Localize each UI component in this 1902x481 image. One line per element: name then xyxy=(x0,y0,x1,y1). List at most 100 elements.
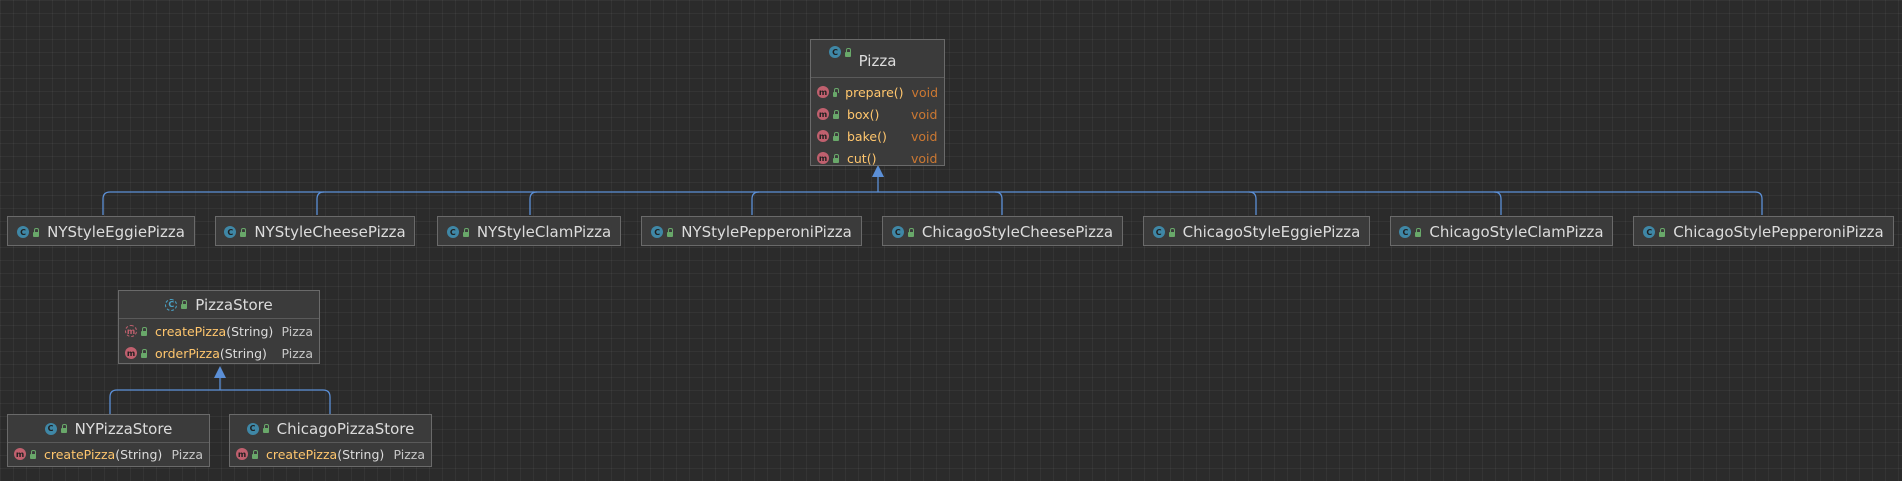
edge-sub-5 xyxy=(994,191,1003,215)
class-name: ChicagoStyleCheesePizza xyxy=(921,223,1114,241)
method-return: void xyxy=(911,106,938,122)
method-row[interactable]: m box() void xyxy=(811,103,944,125)
class-pizza[interactable]: C Pizza m prepare() void m box() void m … xyxy=(810,39,945,166)
method-row[interactable]: m createPizza (String) Pizza xyxy=(8,443,209,465)
public-icon xyxy=(833,153,839,163)
method-name: createPizza xyxy=(44,446,116,462)
public-icon xyxy=(181,300,188,309)
public-icon xyxy=(833,109,839,119)
method-name: bake() xyxy=(847,128,887,144)
method-row[interactable]: m createPizza (String) Pizza xyxy=(230,443,431,465)
class-nystyle-pepperoni-pizza[interactable]: C NYStylePepperoniPizza xyxy=(641,216,862,246)
class-header: C NYPizzaStore xyxy=(8,415,209,443)
class-header: C ChicagoStyleEggiePizza xyxy=(1144,217,1369,247)
class-icon: C xyxy=(17,226,30,238)
class-header: C NYStyleClamPizza xyxy=(438,217,620,247)
class-chicagostyle-cheese-pizza[interactable]: C ChicagoStyleCheesePizza xyxy=(882,216,1123,246)
class-name: ChicagoStyleClamPizza xyxy=(1429,223,1604,241)
public-icon xyxy=(252,449,258,459)
public-icon xyxy=(60,424,67,433)
class-chicagostyle-eggie-pizza[interactable]: C ChicagoStyleEggiePizza xyxy=(1143,216,1370,246)
class-icon: C xyxy=(1643,226,1656,238)
method-return: Pizza xyxy=(281,323,313,339)
edge-store-bus xyxy=(109,389,331,414)
class-header: C NYStyleEggiePizza xyxy=(8,217,194,247)
public-icon xyxy=(141,326,147,336)
public-icon xyxy=(833,131,839,141)
class-icon: C xyxy=(651,226,664,238)
method-param: (String) xyxy=(115,446,163,462)
public-icon xyxy=(240,227,247,237)
class-nystyle-clam-pizza[interactable]: C NYStyleClamPizza xyxy=(437,216,621,246)
method-name: createPizza xyxy=(266,446,338,462)
public-icon xyxy=(667,227,674,237)
class-header: C ChicagoStylePepperoniPizza xyxy=(1634,217,1893,247)
class-header: C Pizza xyxy=(811,40,944,78)
arrow-store xyxy=(214,366,226,378)
method-return: Pizza xyxy=(393,446,425,462)
class-header: C ChicagoStyleCheesePizza xyxy=(883,217,1122,247)
method-return: void xyxy=(911,150,938,166)
class-icon: C xyxy=(44,422,57,435)
class-chicagostyle-clam-pizza[interactable]: C ChicagoStyleClamPizza xyxy=(1390,216,1613,246)
class-name: NYStyleCheesePizza xyxy=(254,223,406,241)
method-icon: m xyxy=(817,86,829,98)
edge-sub-7 xyxy=(1493,191,1502,215)
method-return: Pizza xyxy=(281,345,313,361)
class-name: Pizza xyxy=(858,51,897,70)
edge-sub-3 xyxy=(529,191,538,215)
class-name: NYStyleClamPizza xyxy=(476,223,612,241)
public-icon xyxy=(1168,227,1175,237)
class-ny-pizza-store[interactable]: C NYPizzaStore m createPizza (String) Pi… xyxy=(7,414,210,467)
class-icon: C xyxy=(829,46,841,58)
method-return: void xyxy=(911,128,938,144)
method-icon: m xyxy=(817,108,829,120)
method-row[interactable]: m orderPizza (String) Pizza xyxy=(119,342,319,364)
public-icon xyxy=(1415,227,1422,237)
class-header: C ChicagoPizzaStore xyxy=(230,415,431,443)
public-icon xyxy=(1659,227,1666,237)
class-chicagostyle-pepperoni-pizza[interactable]: C ChicagoStylePepperoniPizza xyxy=(1633,216,1894,246)
method-icon: m xyxy=(817,130,829,142)
class-pizza-store[interactable]: C PizzaStore m createPizza (String) Pizz… xyxy=(118,290,320,364)
class-name: NYStyleEggiePizza xyxy=(47,223,185,241)
class-name: ChicagoStylePepperoniPizza xyxy=(1673,223,1884,241)
method-name: orderPizza xyxy=(155,345,220,361)
method-icon: m xyxy=(14,448,26,460)
class-name: ChicagoPizzaStore xyxy=(276,419,415,438)
edge-sub-2 xyxy=(316,191,325,215)
edge-sub-4 xyxy=(751,191,760,215)
class-name: NYPizzaStore xyxy=(74,419,173,438)
class-header: C PizzaStore xyxy=(119,291,319,319)
public-icon xyxy=(262,424,269,433)
class-nystyle-eggie-pizza[interactable]: C NYStyleEggiePizza xyxy=(7,216,195,246)
class-name: NYStylePepperoniPizza xyxy=(681,223,852,241)
method-return: void xyxy=(911,84,938,100)
method-row[interactable]: m createPizza (String) Pizza xyxy=(119,320,319,342)
class-chicago-pizza-store[interactable]: C ChicagoPizzaStore m createPizza (Strin… xyxy=(229,414,432,467)
public-icon xyxy=(462,227,469,237)
method-return: Pizza xyxy=(171,446,203,462)
method-icon: m xyxy=(817,152,829,164)
method-row[interactable]: m prepare() void xyxy=(811,81,944,103)
class-nystyle-cheese-pizza[interactable]: C NYStyleCheesePizza xyxy=(215,216,415,246)
public-icon xyxy=(833,87,840,97)
method-icon: m xyxy=(125,347,137,359)
method-param: (String) xyxy=(226,323,274,339)
class-header: C NYStyleCheesePizza xyxy=(216,217,414,247)
method-row[interactable]: m cut() void xyxy=(811,147,944,169)
method-row[interactable]: m bake() void xyxy=(811,125,944,147)
class-header: C ChicagoStyleClamPizza xyxy=(1391,217,1612,247)
class-name: ChicagoStyleEggiePizza xyxy=(1182,223,1361,241)
method-param: (String) xyxy=(337,446,385,462)
class-icon: C xyxy=(1152,226,1165,238)
public-icon xyxy=(141,348,147,358)
class-name: PizzaStore xyxy=(195,295,273,314)
class-header: C NYStylePepperoniPizza xyxy=(642,217,861,247)
class-icon: C xyxy=(891,226,904,238)
public-icon xyxy=(33,227,40,237)
method-name: createPizza xyxy=(155,323,227,339)
class-icon: C xyxy=(446,226,459,238)
class-icon: C xyxy=(1399,226,1412,238)
edge-pizza-bus xyxy=(102,191,1763,215)
